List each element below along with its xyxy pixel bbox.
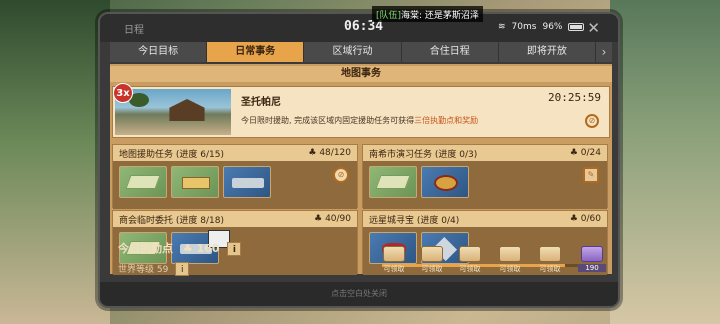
close-button[interactable]: ✕ bbox=[587, 19, 600, 37]
tab-shared-schedule[interactable]: 合住日程 bbox=[402, 42, 499, 62]
tab-area-action[interactable]: 区域行动 bbox=[304, 42, 402, 62]
world-level-text: 世界等级 59 bbox=[118, 265, 169, 275]
tab-bar: 今日目标 日常事务 区域行动 合住日程 即将开放 › bbox=[110, 42, 612, 62]
duty-points-label: 今日执勤点 bbox=[118, 242, 173, 255]
ping: 70ms bbox=[511, 22, 537, 32]
task-header: 地图援助任务 (进度 6/15) ♣ 48/120 bbox=[113, 145, 357, 161]
duty-points-value: ♣ 160 bbox=[182, 242, 220, 255]
task-points-value: 40/90 bbox=[325, 214, 351, 224]
area-name: 圣托帕尼 bbox=[241, 97, 281, 108]
area-description: 今日限时援助, 完成该区域内固定援助任务可获得三倍执勤点和奖励 bbox=[241, 115, 478, 126]
task-name: 南希市演习任务 (进度 0/3) bbox=[369, 149, 478, 160]
info-icon[interactable]: i bbox=[175, 262, 190, 276]
schedule-panel: 日程 06:34 ≋ 70ms 96% ✕ 今日目标 日常事务 区域行动 合住日… bbox=[98, 12, 620, 308]
description-highlight: 三倍执勤点和奖励 bbox=[414, 116, 479, 125]
background-scene-right bbox=[610, 0, 720, 324]
reward-chest[interactable]: 可领取 bbox=[380, 246, 408, 274]
countdown-timer: 20:25:59 bbox=[548, 91, 601, 104]
chest-icon bbox=[539, 246, 561, 262]
reward-chest[interactable]: 可领取 bbox=[496, 246, 524, 274]
reward-gold-bars[interactable] bbox=[171, 166, 219, 198]
close-hint[interactable]: 点击空白处关闭 bbox=[100, 282, 618, 306]
reward-map[interactable] bbox=[119, 166, 167, 198]
battery-icon bbox=[568, 23, 585, 31]
area-banner[interactable]: 3x 圣托帕尼 今日限时援助, 完成该区域内固定援助任务可获得三倍执勤点和奖励 … bbox=[112, 83, 610, 138]
chest-label: 可领取 bbox=[539, 265, 561, 273]
chest-label: 190 bbox=[578, 264, 606, 272]
section-title: 地图事务 bbox=[110, 66, 612, 82]
map-icon bbox=[375, 175, 411, 189]
task-name: 地图援助任务 (进度 6/15) bbox=[119, 149, 224, 160]
task-header: 商会临时委托 (进度 8/18) ♣ 40/90 bbox=[113, 211, 357, 227]
map-icon bbox=[125, 175, 161, 189]
multiplier-badge: 3x bbox=[113, 83, 133, 103]
task-points: ♣ 40/90 bbox=[314, 214, 351, 224]
chest-label: 可领取 bbox=[383, 265, 405, 273]
task-name: 商会临时委托 (进度 8/18) bbox=[119, 215, 224, 226]
chest-label: 可领取 bbox=[421, 265, 443, 273]
chest-label: 可领取 bbox=[459, 265, 481, 273]
tab-today-goals[interactable]: 今日目标 bbox=[110, 42, 208, 62]
task-rewards: ⊘ bbox=[113, 161, 357, 209]
duty-points-number: 160 bbox=[196, 242, 220, 255]
reward-chest[interactable]: 可领取 bbox=[536, 246, 564, 274]
task-card[interactable]: 南希市演习任务 (进度 0/3) ♣ 0/24 ✎ bbox=[362, 144, 608, 209]
task-points: ♣ 0/24 bbox=[569, 148, 601, 158]
chevron-right-icon[interactable]: › bbox=[596, 42, 612, 62]
task-points-value: 0/24 bbox=[580, 148, 601, 158]
reward-device[interactable] bbox=[223, 166, 271, 198]
wifi-icon: ≋ bbox=[498, 22, 506, 32]
device-icon bbox=[232, 178, 264, 188]
chat-message[interactable]: [队伍]海棠: 还是茅斯沼泽 bbox=[372, 6, 483, 22]
task-rewards: ✎ bbox=[363, 161, 607, 209]
chest-icon bbox=[421, 246, 443, 262]
hut-icon bbox=[169, 99, 205, 121]
title-bar: 日程 06:34 ≋ 70ms 96% ✕ bbox=[100, 14, 618, 42]
world-level: 世界等级 59 i bbox=[118, 262, 190, 276]
reward-wings-badge[interactable] bbox=[421, 166, 469, 198]
final-reward-chest[interactable]: 190 bbox=[578, 246, 606, 272]
info-icon[interactable]: i bbox=[227, 242, 242, 256]
status-area: ≋ 70ms 96% bbox=[498, 22, 585, 32]
duty-points: 今日执勤点 ♣ 160 i bbox=[118, 240, 242, 256]
chest-label: 可领取 bbox=[499, 265, 521, 273]
task-header: 南希市演习任务 (进度 0/3) ♣ 0/24 bbox=[363, 145, 607, 161]
footer-info: 今日执勤点 ♣ 160 i 世界等级 59 i bbox=[100, 234, 260, 282]
task-header: 远星城寻宝 (进度 0/4) ♣ 0/60 bbox=[363, 211, 607, 227]
compass-button[interactable]: ⊘ bbox=[333, 167, 349, 183]
chat-text: 海棠: 还是茅斯沼泽 bbox=[401, 11, 479, 21]
gold-bars-icon bbox=[182, 177, 210, 189]
task-name: 远星城寻宝 (进度 0/4) bbox=[369, 215, 460, 226]
panel-title: 日程 bbox=[124, 25, 144, 36]
task-points: ♣ 0/60 bbox=[569, 214, 601, 224]
background-scene bbox=[0, 0, 110, 324]
task-points: ♣ 48/120 bbox=[308, 148, 351, 158]
progress-track bbox=[382, 264, 600, 267]
feather-button[interactable]: ✎ bbox=[583, 167, 599, 183]
description-text: 今日限时援助, 完成该区域内固定援助任务可获得 bbox=[241, 116, 415, 125]
reward-chest[interactable]: 可领取 bbox=[418, 246, 446, 274]
compass-icon[interactable]: ⊘ bbox=[585, 114, 599, 128]
chat-tag: [队伍] bbox=[376, 11, 402, 21]
tab-daily-affairs[interactable]: 日常事务 bbox=[207, 42, 305, 62]
wings-badge-icon bbox=[434, 175, 458, 191]
reward-chest[interactable]: 可领取 bbox=[456, 246, 484, 274]
chest-icon bbox=[581, 246, 603, 262]
task-points-value: 0/60 bbox=[580, 214, 601, 224]
task-card[interactable]: 地图援助任务 (进度 6/15) ♣ 48/120 ⊘ bbox=[112, 144, 358, 209]
tab-coming-soon[interactable]: 即将开放 bbox=[499, 42, 597, 62]
reward-map[interactable] bbox=[369, 166, 417, 198]
chest-icon bbox=[383, 246, 405, 262]
battery-percent: 96% bbox=[542, 22, 563, 32]
task-points-value: 48/120 bbox=[319, 148, 351, 158]
chest-icon bbox=[499, 246, 521, 262]
chest-icon bbox=[459, 246, 481, 262]
